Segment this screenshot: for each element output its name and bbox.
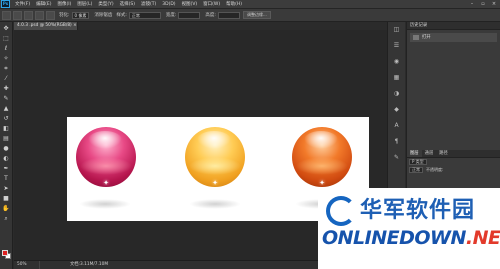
gradient-icon[interactable]: ▤ [2,134,11,143]
menu-edit[interactable]: 编辑(E) [33,1,54,7]
watermark-english: ONLINEDOWN.NET [322,227,500,249]
menu-layer[interactable]: 图层(L) [74,1,95,7]
shape-icon[interactable]: ■ [2,194,11,203]
layer-kind-select[interactable]: P 类型 [409,159,427,165]
color-swatches[interactable] [2,250,12,260]
blend-mode-select[interactable]: 正常 [409,167,423,173]
crop-icon[interactable]: ⌗ [2,64,11,73]
brush-panel-icon[interactable]: ✎ [391,153,403,163]
watermark-english-prefix: ONLINEDOWN [322,227,466,249]
zoom-level[interactable]: 50% [14,261,40,269]
style-select[interactable]: 正常 [128,11,161,19]
menu-window[interactable]: 窗口(W) [200,1,223,7]
menu-type[interactable]: 类型(Y) [95,1,116,7]
magic-wand-icon[interactable]: ✧ [2,54,11,63]
sphere-shadow [189,199,241,209]
antialias-checkbox[interactable]: 消除锯齿 [94,12,112,18]
adjustments-panel-icon[interactable]: ◑ [391,89,403,99]
magenta-sphere: ✦ [76,127,136,187]
blur-icon[interactable]: ● [2,144,11,153]
history-panel-icon[interactable]: ◫ [391,25,403,35]
photoshop-logo: Ps [1,0,10,8]
tab-paths[interactable]: 路径 [436,150,451,157]
new-selection-icon[interactable] [13,10,22,20]
healing-icon[interactable]: ✚ [2,84,11,93]
styles-panel-icon[interactable]: ◆ [391,105,403,115]
height-input[interactable] [217,11,240,19]
tool-preset-icon[interactable] [2,10,11,20]
options-bar: 羽化: 0 像素 消除锯齿 样式: 正常 宽度: 高度: 调整边缘... [0,9,500,22]
subtract-selection-icon[interactable] [35,10,44,20]
minimize-button[interactable]: – [468,1,476,7]
menu-filter[interactable]: 滤镜(T) [138,1,159,7]
layers-panel-tabs: 图层 通道 路径 [407,150,500,158]
menu-help[interactable]: 帮助(H) [223,1,245,7]
sparkle-icon: ✦ [103,179,109,187]
tools-panel: ✥ ⬚ ℓ ✧ ⌗ ⁄ ✚ ✎ ▲ ↺ ◧ ▤ ● ◐ ✒ T ➤ ■ ✋ ⌕ [0,22,13,269]
menu-file[interactable]: 文件(F) [12,1,33,7]
height-label: 高度: [205,13,216,18]
dodge-icon[interactable]: ◐ [2,154,11,163]
history-item-open[interactable]: 打开 [410,33,497,42]
tab-channels[interactable]: 通道 [422,150,437,157]
history-brush-icon[interactable]: ↺ [2,114,11,123]
type-icon[interactable]: T [2,174,11,183]
move-icon[interactable]: ✥ [2,24,11,33]
sparkle-icon: ✦ [212,179,218,187]
marquee-icon[interactable]: ⬚ [2,34,11,43]
menu-view[interactable]: 视图(V) [179,1,201,7]
eyedropper-icon[interactable]: ⁄ [2,74,11,83]
eraser-icon[interactable]: ◧ [2,124,11,133]
paragraph-panel-icon[interactable]: ¶ [391,137,403,147]
width-input[interactable] [178,11,201,19]
character-panel-icon[interactable]: A [391,121,403,131]
yellow-sphere: ✦ [185,127,245,187]
intersect-selection-icon[interactable] [46,10,55,20]
tab-layers[interactable]: 图层 [407,150,422,157]
window-controls: – ▫ × [468,1,498,7]
lasso-icon[interactable]: ℓ [2,44,11,53]
watermark-logo-icon [326,196,356,226]
pen-icon[interactable]: ✒ [2,164,11,173]
feather-input[interactable]: 0 像素 [71,11,90,19]
watermark-english-suffix: .NET [465,227,500,249]
document-tab[interactable]: 4.0.3 .psd @ 50%(RGB/8) × [14,22,78,30]
width-label: 宽度: [165,13,177,18]
restore-button[interactable]: ▫ [479,1,487,7]
document-size[interactable]: 文档:3.11M/7.10M [40,261,108,269]
menu-bar: Ps 文件(F) 编辑(E) 图像(I) 图层(L) 类型(Y) 选择(S) 滤… [0,0,500,9]
sparkle-icon: ✦ [319,179,325,187]
feather-label: 羽化: [59,13,70,18]
properties-panel-icon[interactable]: ☰ [391,41,403,51]
opacity-label: 不透明度: [426,167,444,172]
orange-sphere: ✦ [292,127,352,187]
swatches-panel-icon[interactable]: ▦ [391,73,403,83]
zoom-icon[interactable]: ⌕ [2,214,11,223]
hand-icon[interactable]: ✋ [2,204,11,213]
style-label: 样式: [116,13,127,18]
menu-select[interactable]: 选择(S) [117,1,138,7]
brush-icon[interactable]: ✎ [2,94,11,103]
foreground-color-swatch[interactable] [2,250,8,256]
menu-image[interactable]: 图像(I) [54,1,74,7]
path-select-icon[interactable]: ➤ [2,184,11,193]
layer-filter-row: P 类型 [407,158,500,166]
menu-3d[interactable]: 3D(D) [159,2,178,7]
color-panel-icon[interactable]: ◉ [391,57,403,67]
close-button[interactable]: × [490,1,498,7]
stamp-icon[interactable]: ▲ [2,104,11,113]
history-panel-title[interactable]: 历史记录 [407,22,500,30]
history-panel: 历史记录 打开 [406,22,500,150]
refine-edge-button[interactable]: 调整边缘... [242,11,271,19]
watermark-chinese: 华军软件园 [360,198,476,223]
add-selection-icon[interactable] [24,10,33,20]
layer-blend-row: 正常 不透明度: [407,166,500,174]
watermark: 华军软件园 ONLINEDOWN.NET [318,188,500,269]
sphere-shadow [79,199,131,209]
